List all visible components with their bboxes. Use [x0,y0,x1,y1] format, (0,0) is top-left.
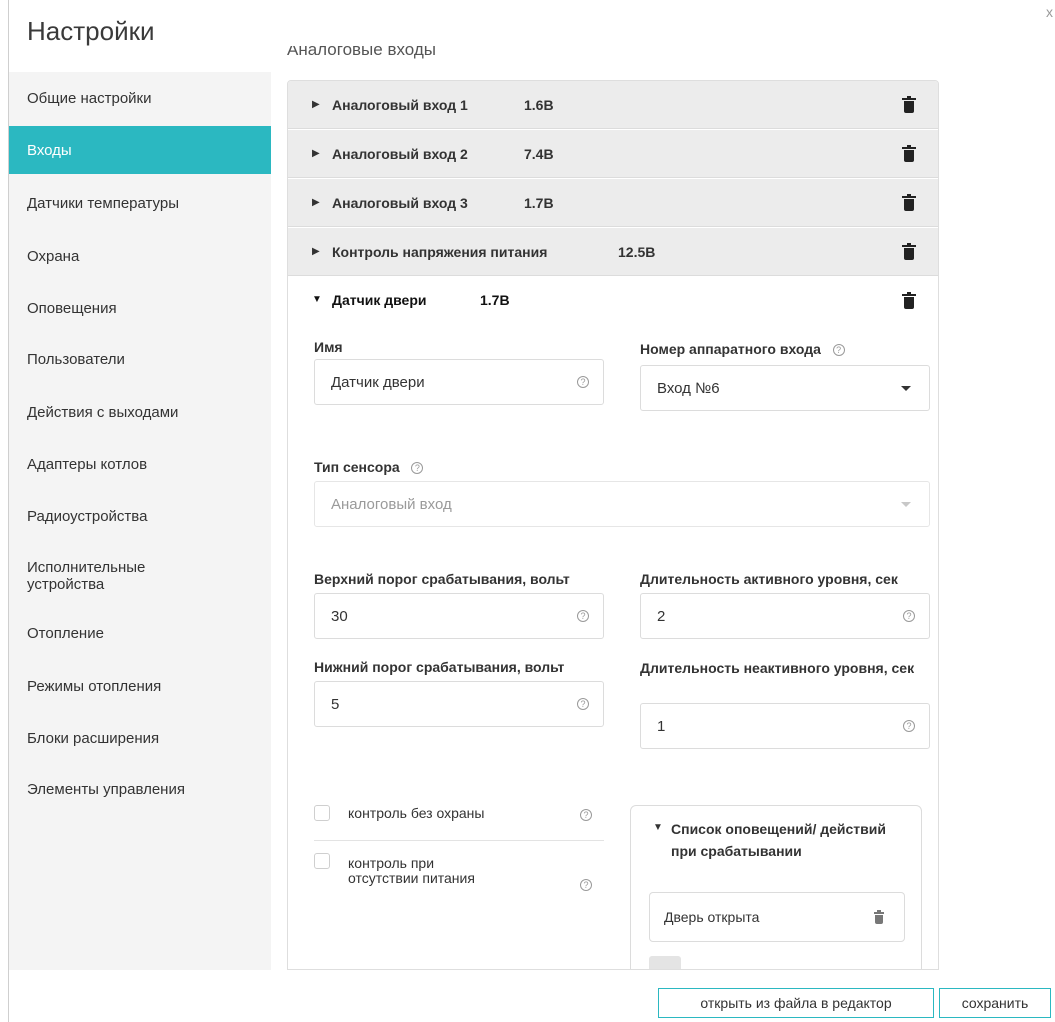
no-security-checkbox[interactable] [314,805,330,821]
inputs-panel: ▶ Аналоговый вход 1 1.6В ▶ Аналоговый вх… [287,80,939,970]
input-name: Аналоговый вход 2 [332,145,468,162]
sidebar-item-general[interactable]: Общие настройки [9,72,271,124]
upper-threshold-value: 30 [331,607,348,625]
sidebar-item-security[interactable]: Охрана [9,230,271,282]
help-icon[interactable]: ? [580,809,592,821]
hw-input-value: Вход №6 [657,379,720,397]
sidebar-item-expansion-blocks[interactable]: Блоки расширения [9,712,271,764]
input-row-3[interactable]: ▶ Аналоговый вход 3 1.7В [288,179,938,227]
sidebar: Общие настройки Входы Датчики температур… [9,72,271,970]
sidebar-item-inputs[interactable]: Входы [9,126,271,174]
sidebar-item-temperature-sensors[interactable]: Датчики температуры [9,178,271,228]
name-input-value: Датчик двери [331,373,425,391]
input-name: Аналоговый вход 3 [332,194,468,211]
inactive-duration-value: 1 [657,717,666,735]
input-row-4[interactable]: ▶ Контроль напряжения питания 12.5В [288,228,938,276]
expanded-input-name: Датчик двери [332,292,427,308]
active-duration-value: 2 [657,607,666,625]
sidebar-item-actuators[interactable]: Исполнительные устройства [9,548,271,604]
no-power-checkbox[interactable] [314,853,330,869]
input-value: 7.4В [524,145,554,162]
active-duration-label: Длительность активного уровня, сек [640,571,898,587]
caret-right-icon: ▶ [312,148,320,159]
help-icon[interactable]: ? [411,462,424,475]
hw-input-label: Номер аппаратного входа ? [640,341,845,357]
lower-threshold-value: 5 [331,695,340,713]
help-icon[interactable]: ? [903,610,915,622]
notification-item-label: Дверь открыта [664,909,760,925]
sensor-type-value: Аналоговый вход [331,495,452,513]
hw-input-select[interactable]: Вход №6 [640,365,930,411]
input-name: Контроль напряжения питания [332,243,548,260]
window-title: Настройки [27,16,155,46]
trash-icon[interactable] [902,242,916,260]
open-file-button[interactable]: открыть из файла в редактор [658,988,934,1018]
trash-icon[interactable] [902,292,916,309]
help-icon[interactable]: ? [577,376,589,388]
input-value: 12.5В [618,243,656,260]
chevron-down-icon [901,502,911,507]
sidebar-item-notifications[interactable]: Оповещения [9,282,271,334]
inactive-duration-input[interactable]: 1 ? [640,703,930,749]
inactive-duration-label: Длительность неактивного уровня, сек [640,660,915,676]
sidebar-item-users[interactable]: Пользователи [9,334,271,384]
save-button[interactable]: сохранить [939,988,1051,1018]
active-duration-input[interactable]: 2 ? [640,593,930,639]
sidebar-item-heating-modes[interactable]: Режимы отопления [9,660,271,712]
chevron-down-icon [901,386,911,391]
close-icon[interactable]: x [1046,4,1053,20]
input-value: 1.6В [524,96,554,113]
lower-threshold-label: Нижний порог срабатывания, вольт [314,659,565,675]
expanded-input-value: 1.7В [480,292,510,308]
sensor-type-label: Тип сенсора ? [314,459,424,475]
no-power-label: контроль при отсутствии питания [348,855,475,886]
input-name: Аналоговый вход 1 [332,96,468,113]
sidebar-item-output-actions[interactable]: Действия с выходами [9,386,271,438]
caret-right-icon: ▶ [312,99,320,110]
sidebar-item-radio-devices[interactable]: Радиоустройства [9,490,271,542]
upper-threshold-label: Верхний порог срабатывания, вольт [314,571,570,587]
sensor-type-select: Аналоговый вход [314,481,930,527]
no-security-label: контроль без охраны [348,805,485,821]
upper-threshold-input[interactable]: 30 ? [314,593,604,639]
name-input[interactable]: Датчик двери ? [314,359,604,405]
hw-input-label-text: Номер аппаратного входа [640,341,821,357]
expanded-input-header[interactable]: ▼ Датчик двери 1.7В [288,277,938,325]
input-row-1[interactable]: ▶ Аналоговый вход 1 1.6В [288,81,938,129]
section-header: Аналоговые входы [287,46,436,62]
notification-list: ▼ Список оповещений/ действий при срабат… [630,805,922,969]
name-label: Имя [314,339,343,355]
help-icon[interactable]: ? [903,720,915,732]
input-row-2[interactable]: ▶ Аналоговый вход 2 7.4В [288,130,938,178]
sidebar-item-boiler-adapters[interactable]: Адаптеры котлов [9,438,271,490]
sidebar-item-controls[interactable]: Элементы управления [9,764,271,814]
trash-icon[interactable] [874,910,884,924]
sidebar-item-heating[interactable]: Отопление [9,608,271,658]
help-icon[interactable]: ? [832,344,845,357]
notification-list-title[interactable]: Список оповещений/ действий при срабатыв… [671,818,901,862]
add-button[interactable] [649,956,681,969]
caret-right-icon: ▶ [312,246,320,257]
caret-down-icon[interactable]: ▼ [653,822,663,833]
input-value: 1.7В [524,194,554,211]
caret-right-icon: ▶ [312,197,320,208]
help-icon[interactable]: ? [580,879,592,891]
settings-window: Настройки x Общие настройки Входы Датчик… [8,0,1055,1022]
trash-icon[interactable] [902,144,916,162]
help-icon[interactable]: ? [577,698,589,710]
divider [314,840,604,841]
caret-down-icon: ▼ [312,294,322,305]
trash-icon[interactable] [902,95,916,113]
notification-item[interactable]: Дверь открыта [649,892,905,942]
sensor-type-label-text: Тип сенсора [314,459,400,475]
lower-threshold-input[interactable]: 5 ? [314,681,604,727]
section-header-text: Аналоговые входы [287,46,437,59]
help-icon[interactable]: ? [577,610,589,622]
trash-icon[interactable] [902,193,916,211]
